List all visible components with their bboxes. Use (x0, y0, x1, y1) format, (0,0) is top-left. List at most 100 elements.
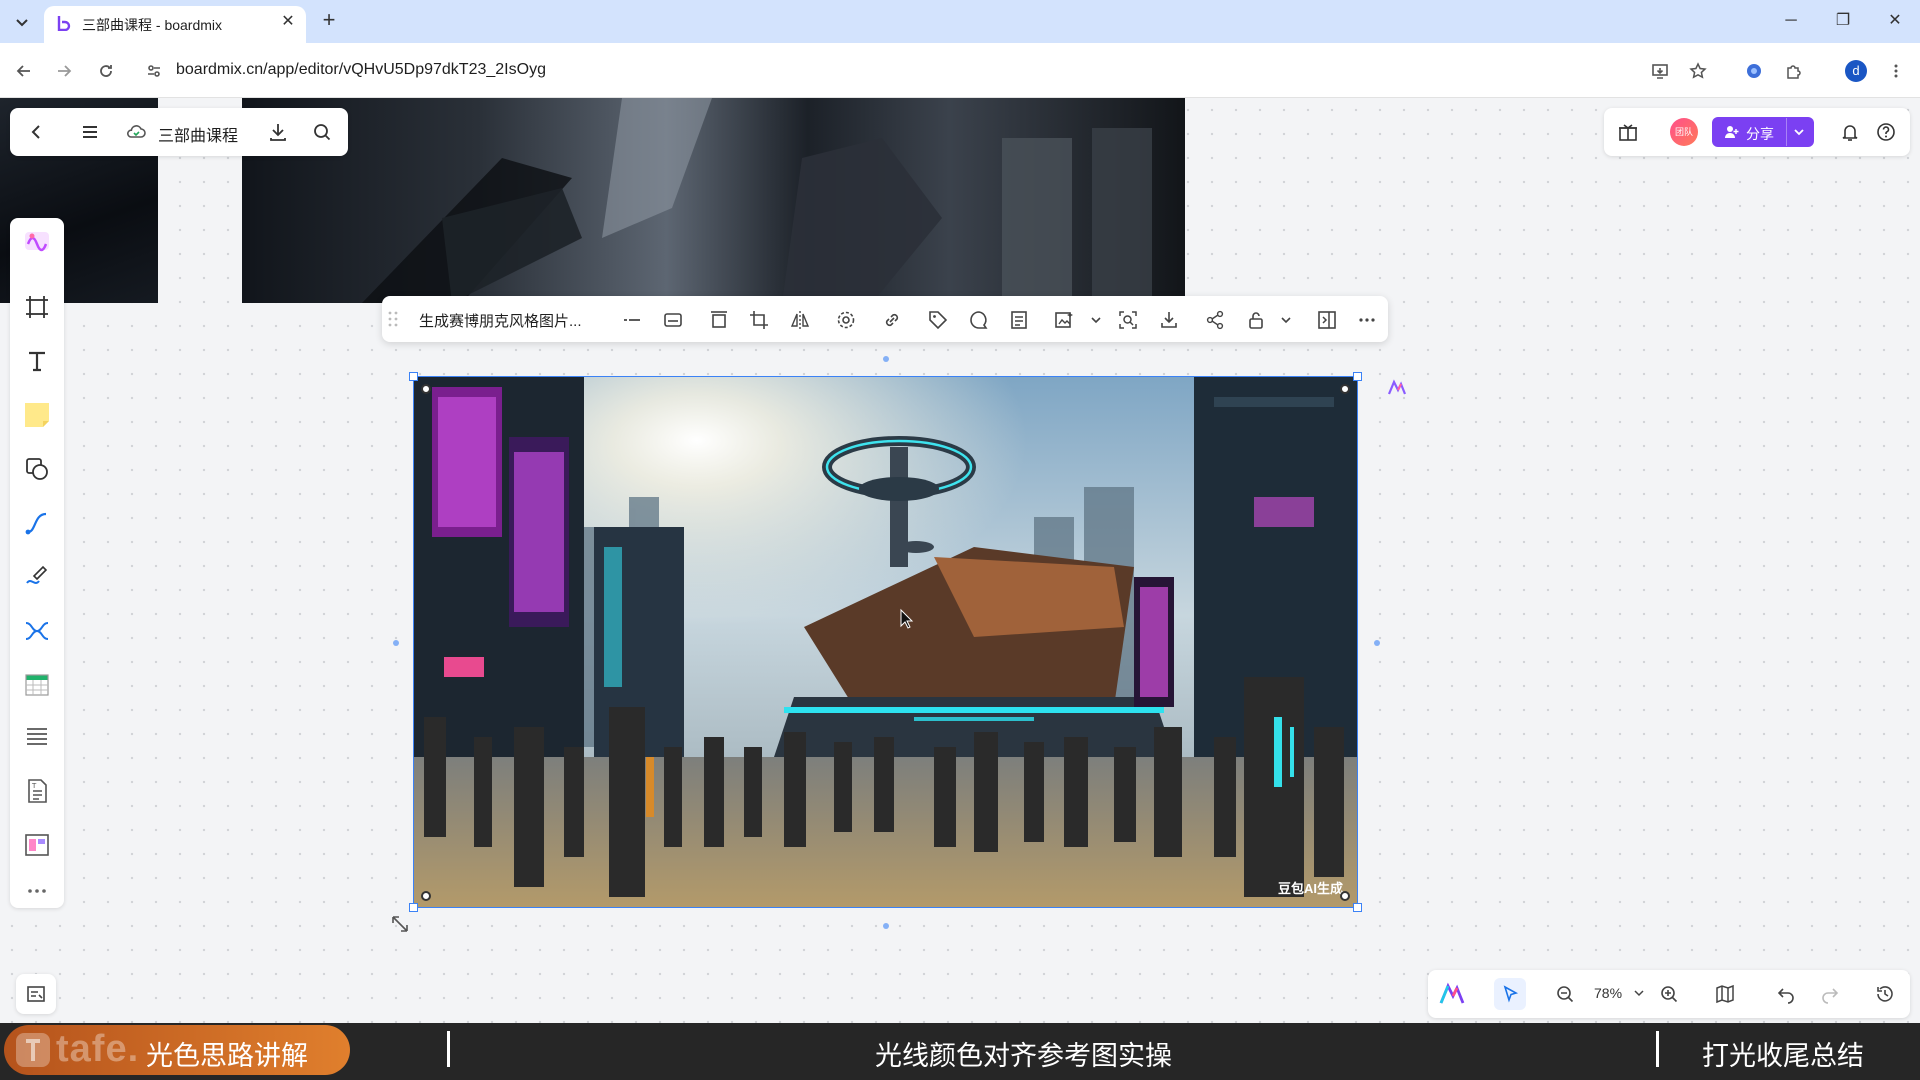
map-view-icon[interactable] (1709, 978, 1741, 1010)
drag-handle-icon[interactable] (386, 308, 400, 330)
ai-image-edit-icon[interactable] (1050, 306, 1078, 334)
site-info-icon[interactable] (138, 55, 170, 87)
selection-border (413, 376, 1358, 908)
text-tool-icon[interactable] (18, 342, 56, 380)
extension-globe-icon[interactable] (1738, 55, 1770, 87)
zoom-dropdown-chevron-icon[interactable] (1632, 986, 1646, 1000)
chapter-divider (447, 1031, 450, 1067)
rotate-handle-icon[interactable] (388, 912, 412, 936)
board-title[interactable]: 三部曲课程 (158, 122, 238, 146)
back-arrow-icon[interactable] (22, 118, 50, 146)
tafe-logo-icon (14, 1031, 52, 1069)
resize-handle-top-right[interactable] (1353, 372, 1362, 381)
redo-icon[interactable] (1814, 978, 1846, 1010)
connector-line-icon[interactable] (18, 504, 56, 542)
back-button[interactable] (8, 55, 40, 87)
bookmark-star-icon[interactable] (1682, 55, 1714, 87)
restore-button[interactable]: ❐ (1820, 8, 1866, 34)
corner-radius-handle[interactable] (1340, 891, 1350, 901)
more-options-icon[interactable] (1353, 306, 1381, 334)
gift-icon[interactable] (1614, 118, 1642, 146)
minimize-button[interactable]: ─ (1768, 8, 1814, 34)
comment-icon[interactable] (965, 306, 993, 334)
chapter-2-label[interactable]: 光线颜色对齐参考图实操 (875, 1034, 1172, 1073)
ai-assist-icon[interactable] (1386, 378, 1408, 398)
tafe-logo-text: tafe. (56, 1028, 140, 1070)
extensions-puzzle-icon[interactable] (1778, 55, 1810, 87)
share-label: 分享 (1746, 126, 1774, 142)
list-tool-icon[interactable] (18, 718, 56, 756)
tag-icon[interactable] (924, 306, 952, 334)
connect-point-bottom[interactable] (883, 923, 889, 929)
user-avatar[interactable]: 团队 (1670, 118, 1698, 146)
profile-initial: d (1845, 60, 1867, 82)
corner-radius-handle[interactable] (1340, 384, 1350, 394)
border-style-icon[interactable] (618, 306, 646, 334)
frame-tool-icon[interactable] (18, 288, 56, 326)
close-window-button[interactable]: ✕ (1872, 8, 1918, 34)
more-tools-icon[interactable] (18, 872, 56, 910)
zoom-in-icon[interactable] (1653, 978, 1685, 1010)
resize-handle-top-left[interactable] (409, 372, 418, 381)
image-prompt-title[interactable]: 生成赛博朋克风格图片... (419, 310, 582, 331)
ai-edit-dropdown-chevron-icon[interactable] (1086, 306, 1106, 334)
replace-image-icon[interactable] (705, 306, 733, 334)
help-icon[interactable] (1872, 118, 1900, 146)
template-tool-icon[interactable] (18, 826, 56, 864)
resize-handle-bottom-right[interactable] (1353, 903, 1362, 912)
forward-button[interactable] (48, 55, 80, 87)
connect-point-top[interactable] (883, 356, 889, 362)
minimap-button[interactable] (16, 974, 56, 1014)
crop-icon[interactable] (745, 306, 773, 334)
install-app-icon[interactable] (1644, 55, 1676, 87)
main-menu-icon[interactable] (76, 118, 104, 146)
chapter-1-label[interactable]: 光色思路讲解 (146, 1034, 308, 1073)
chapter-3-label[interactable]: 打光收尾总结 (1702, 1034, 1864, 1073)
link-icon[interactable] (878, 306, 906, 334)
share-nodes-icon[interactable] (1201, 306, 1229, 334)
corner-radius-handle[interactable] (421, 384, 431, 394)
image-search-icon[interactable] (1114, 306, 1142, 334)
search-icon[interactable] (308, 118, 336, 146)
url-text[interactable]: boardmix.cn/app/editor/vQHvU5Dp97dkT23_2… (176, 61, 546, 79)
flip-icon[interactable] (786, 306, 814, 334)
browser-menu-icon[interactable] (1880, 55, 1912, 87)
tab-search-button[interactable] (10, 10, 34, 34)
tab-title: 三部曲课程 - boardmix (82, 17, 223, 33)
lock-dropdown-chevron-icon[interactable] (1276, 306, 1296, 334)
notification-bell-icon[interactable] (1836, 118, 1864, 146)
new-tab-button[interactable]: + (318, 9, 340, 32)
pen-tool-icon[interactable] (18, 558, 56, 596)
reload-button[interactable] (90, 55, 122, 87)
canvas-image-partial-top[interactable] (242, 98, 1185, 303)
boardmix-favicon-icon (56, 15, 72, 31)
note-icon[interactable] (1005, 306, 1033, 334)
ai-tool-icon[interactable] (18, 222, 56, 260)
lock-icon[interactable] (1242, 306, 1270, 334)
shape-tool-icon[interactable] (18, 450, 56, 488)
profile-avatar[interactable]: d (1840, 55, 1872, 87)
connect-point-right[interactable] (1374, 640, 1380, 646)
download-image-icon[interactable] (1155, 306, 1183, 334)
corner-radius-handle[interactable] (421, 891, 431, 901)
close-tab-icon[interactable]: ✕ (278, 12, 298, 32)
side-panel-icon[interactable] (1313, 306, 1341, 334)
share-dropdown-chevron-icon[interactable] (1786, 118, 1810, 146)
boardmix-ai-icon[interactable] (1436, 978, 1468, 1010)
document-tool-icon[interactable]: T (18, 772, 56, 810)
resize-handle-bottom-left[interactable] (409, 903, 418, 912)
history-icon[interactable] (1869, 978, 1901, 1010)
cloud-sync-icon (124, 120, 148, 144)
zoom-out-icon[interactable] (1549, 978, 1581, 1010)
undo-icon[interactable] (1770, 978, 1802, 1010)
download-icon[interactable] (264, 118, 292, 146)
select-tool-icon[interactable] (1494, 978, 1526, 1010)
sticky-note-icon[interactable] (18, 396, 56, 434)
caption-icon[interactable] (659, 306, 687, 334)
connect-point-left[interactable] (393, 640, 399, 646)
adjust-settings-icon[interactable] (832, 306, 860, 334)
table-tool-icon[interactable] (18, 666, 56, 704)
mindmap-tool-icon[interactable] (18, 612, 56, 650)
svg-text:T: T (31, 782, 37, 790)
zoom-level[interactable]: 78% (1594, 985, 1622, 1001)
